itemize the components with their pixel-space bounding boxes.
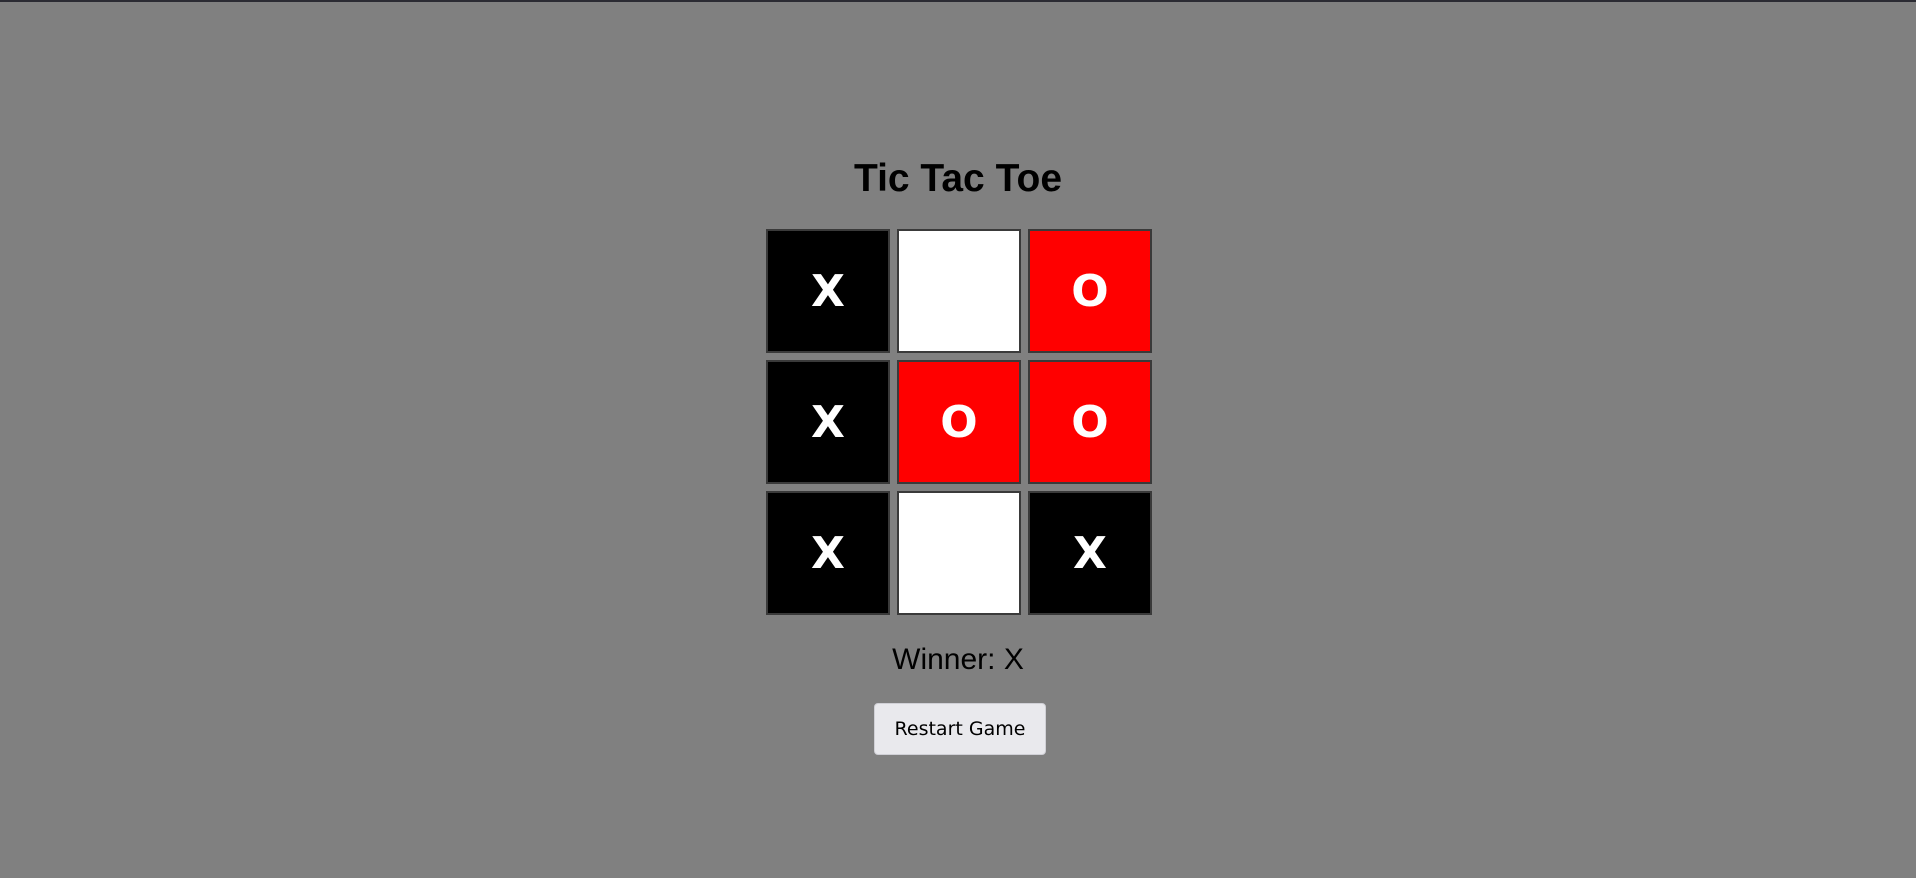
board-cell-4[interactable]: X [766,360,890,484]
board-cell-8[interactable] [897,491,1021,615]
restart-game-button[interactable]: Restart Game [874,703,1046,755]
board-cell-3[interactable]: O [1028,229,1152,353]
board-cell-1[interactable]: X [766,229,890,353]
board-cell-9[interactable]: X [1028,491,1152,615]
game-board: X O X O O X X [766,229,1154,619]
tic-tac-toe-app: Tic Tac Toe X O X O O X X Winner: X Rest… [0,0,1916,878]
board-cell-2[interactable] [897,229,1021,353]
board-cell-7[interactable]: X [766,491,890,615]
game-status: Winner: X [892,643,1024,676]
game-title: Tic Tac Toe [853,157,1063,200]
board-cell-6[interactable]: O [1028,360,1152,484]
board-cell-5[interactable]: O [897,360,1021,484]
